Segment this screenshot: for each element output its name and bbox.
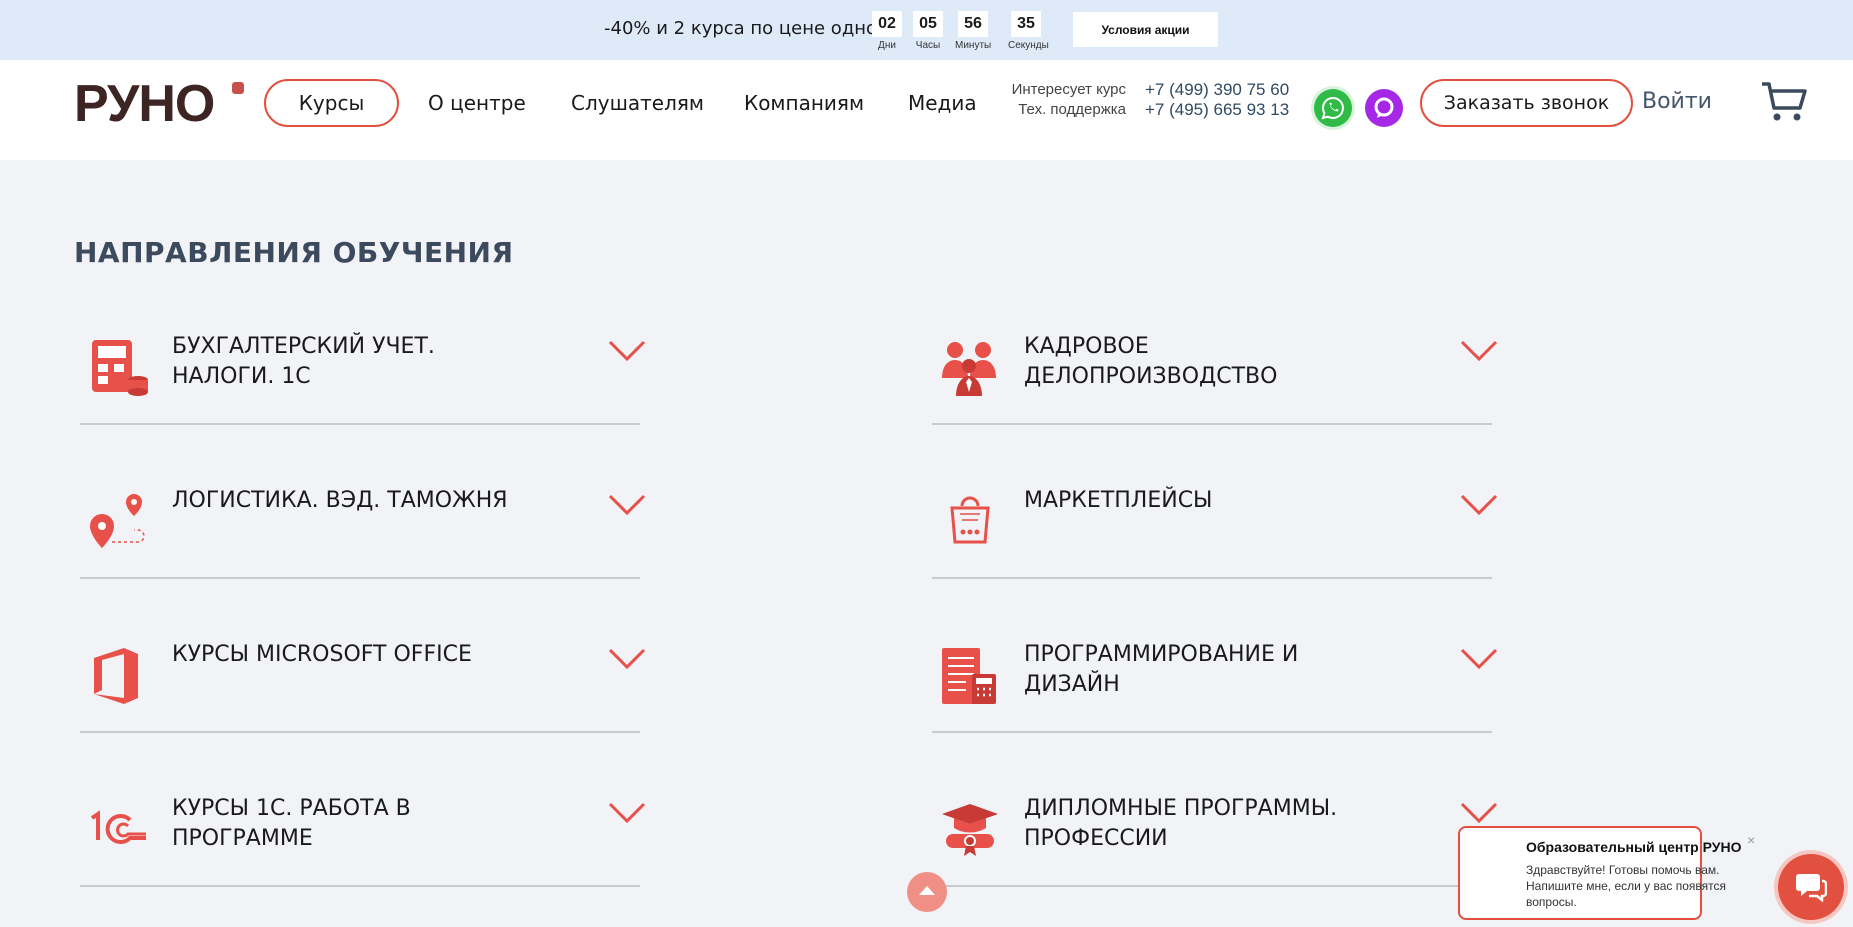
category-logistics[interactable]: ЛОГИСТИКА. ВЭД. ТАМОЖНЯ (80, 436, 646, 579)
category-label: КУРСЫ MICROSOFT OFFICE (172, 642, 472, 667)
category-label: ДИПЛОМНЫЕ ПРОГРАММЫ. ПРОФЕССИИ (1024, 796, 1338, 851)
order-call-button[interactable]: Заказать звонок (1420, 79, 1633, 127)
map-pins-icon (90, 494, 145, 548)
chevron-down-icon[interactable] (1460, 648, 1498, 670)
chat-title: Образовательный центр РУНО (1526, 839, 1742, 855)
whatsapp-icon[interactable] (1314, 89, 1352, 127)
contact-label-course: Интересует курс (1011, 81, 1126, 98)
login-link[interactable]: Войти (1642, 89, 1712, 114)
category-label: МАРКЕТПЛЕЙСЫ (1024, 488, 1213, 513)
timer-seconds-label: Секунды (1008, 40, 1049, 51)
category-1c[interactable]: КУРСЫ 1С. РАБОТА В ПРОГРАММЕ (80, 744, 646, 887)
chevron-down-icon[interactable] (608, 340, 646, 362)
timer-minutes-value: 56 (958, 11, 988, 37)
timer-seconds-value: 35 (1011, 11, 1041, 37)
nav-media[interactable]: Медиа (908, 91, 977, 115)
chat-popup[interactable]: Образовательный центр РУНО Здравствуйте!… (1458, 826, 1741, 920)
scroll-top-button[interactable] (907, 872, 947, 912)
timer-minutes-label: Минуты (955, 40, 992, 51)
chevron-down-icon[interactable] (608, 494, 646, 516)
calculator-icon (92, 340, 148, 396)
contact-label-support: Тех. поддержка (1018, 101, 1126, 118)
timer-hours-label: Часы (915, 40, 941, 51)
category-ms-office[interactable]: КУРСЫ MICROSOFT OFFICE (80, 590, 646, 733)
chevron-down-icon[interactable] (608, 802, 646, 824)
1c-logo-icon (90, 810, 146, 844)
chat-bubble-icon (1796, 874, 1827, 902)
category-hr[interactable]: КАДРОВОЕ ДЕЛОПРОИЗВОДСТВО (932, 282, 1498, 425)
messenger-icon[interactable] (1365, 89, 1403, 127)
category-label: КУРСЫ 1С. РАБОТА В ПРОГРАММЕ (172, 796, 411, 851)
category-label: КАДРОВОЕ ДЕЛОПРОИЗВОДСТВО (1024, 334, 1278, 389)
nav-companies[interactable]: Компаниям (744, 91, 864, 115)
category-accounting[interactable]: БУХГАЛТЕРСКИЙ УЧЕТ. НАЛОГИ. 1С (80, 282, 646, 425)
chevron-down-icon[interactable] (1460, 340, 1498, 362)
chevron-down-icon[interactable] (608, 648, 646, 670)
timer-seconds: 35 Секунды (1008, 11, 1049, 51)
category-diploma[interactable]: ДИПЛОМНЫЕ ПРОГРАММЫ. ПРОФЕССИИ (932, 744, 1498, 887)
promo-text: -40% и 2 курса по цене одного (604, 18, 898, 39)
nav-students[interactable]: Слушателям (571, 91, 704, 115)
graduation-cap-icon (942, 804, 998, 856)
section-title: НАПРАВЛЕНИЯ ОБУЧЕНИЯ (74, 236, 514, 269)
logo-dot (232, 82, 244, 94)
site-header: РУНО Курсы О центре Слушателям Компаниям… (0, 60, 1853, 160)
people-icon (942, 342, 996, 396)
category-label: БУХГАЛТЕРСКИЙ УЧЕТ. НАЛОГИ. 1С (172, 334, 435, 389)
timer-hours-value: 05 (913, 11, 943, 37)
document-calculator-icon (942, 648, 996, 704)
arrow-up-icon (919, 886, 935, 895)
timer-days-label: Дни (878, 40, 896, 51)
logo[interactable]: РУНО (74, 78, 215, 130)
timer-days: 02 Дни (869, 11, 905, 51)
chat-message: Здравствуйте! Готовы помочь вам. Напишит… (1526, 863, 1727, 909)
phone-support[interactable]: +7 (495) 665 93 13 (1145, 100, 1289, 120)
category-programming[interactable]: ПРОГРАММИРОВАНИЕ И ДИЗАЙН (932, 590, 1498, 733)
category-marketplaces[interactable]: МАРКЕТПЛЕЙСЫ (932, 436, 1498, 579)
timer-minutes: 56 Минуты (955, 11, 991, 51)
promo-bar: -40% и 2 курса по цене одного 02 Дни 05 … (0, 0, 1853, 60)
chevron-down-icon[interactable] (1460, 494, 1498, 516)
phone-course[interactable]: +7 (499) 390 75 60 (1145, 80, 1289, 100)
cart-icon[interactable] (1760, 80, 1808, 129)
timer-hours: 05 Часы (910, 11, 946, 51)
timer-days-value: 02 (872, 11, 902, 37)
category-label: ПРОГРАММИРОВАНИЕ И ДИЗАЙН (1024, 642, 1299, 697)
chat-open-button[interactable] (1778, 854, 1844, 920)
nav-courses[interactable]: Курсы (264, 79, 399, 127)
nav-about[interactable]: О центре (428, 91, 526, 115)
chat-close-icon[interactable]: × (1747, 832, 1755, 848)
chevron-down-icon[interactable] (1460, 802, 1498, 824)
shopping-bag-icon (950, 496, 990, 544)
office-icon (94, 648, 138, 704)
category-label: ЛОГИСТИКА. ВЭД. ТАМОЖНЯ (172, 488, 508, 513)
promo-terms-button[interactable]: Условия акции (1073, 12, 1218, 47)
